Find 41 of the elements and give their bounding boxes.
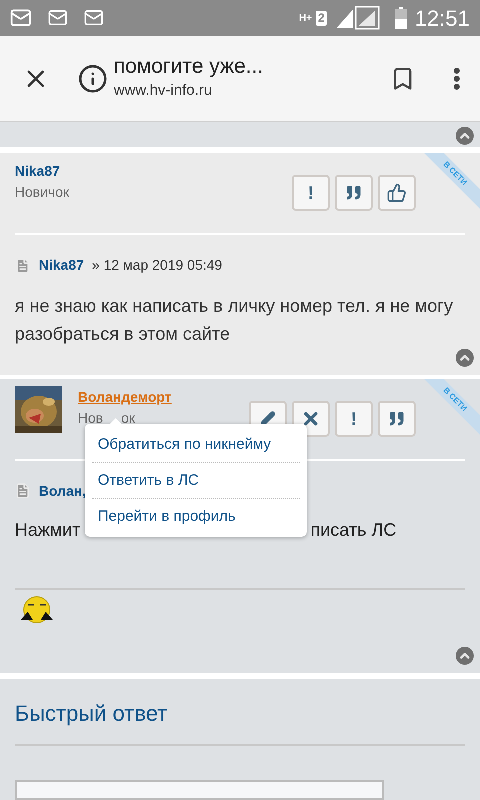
- scroll-up-button[interactable]: [456, 348, 474, 367]
- sim-badge: 2: [316, 10, 327, 26]
- report-button[interactable]: !: [335, 400, 373, 437]
- quote-button[interactable]: [378, 400, 416, 437]
- mail-icon: [10, 7, 32, 29]
- user-rank: Нов: [78, 408, 104, 428]
- battery-icon: [394, 7, 407, 29]
- user-rank: Новичок: [15, 183, 70, 202]
- menu-button[interactable]: [454, 68, 460, 90]
- quick-reply-title: Быстрый ответ: [15, 700, 169, 728]
- quote-icon: [345, 184, 363, 202]
- signal-icon: [334, 6, 381, 30]
- more-icon: [454, 68, 460, 90]
- document-icon: [15, 258, 31, 274]
- quote-button[interactable]: [335, 175, 373, 211]
- menu-item[interactable]: Перейти в профиль: [92, 498, 300, 534]
- document-icon: [15, 483, 31, 500]
- post-author-link[interactable]: Nika87: [39, 255, 84, 276]
- post-text: писать ЛС: [310, 518, 397, 542]
- user-rank: ок: [121, 408, 136, 428]
- page-title: помогите уже...: [114, 54, 264, 80]
- info-icon: [78, 64, 108, 94]
- mail-icon: [84, 8, 104, 28]
- scroll-up-button[interactable]: [456, 127, 474, 145]
- scroll-up-button[interactable]: [456, 647, 474, 665]
- clock: 12:51: [414, 4, 470, 32]
- network-type: H+: [299, 12, 312, 26]
- crying-emoticon-icon: [20, 596, 54, 626]
- menu-item[interactable]: Ответить в ЛС: [92, 462, 300, 498]
- menu-item[interactable]: Обратиться по никнейму: [92, 426, 300, 462]
- quote-icon: [388, 410, 406, 428]
- thumbs-up-icon: [387, 183, 407, 203]
- mail-icon: [48, 8, 68, 28]
- username-link[interactable]: Nika87: [15, 161, 70, 182]
- like-button[interactable]: [378, 175, 416, 211]
- report-button[interactable]: !: [292, 175, 330, 211]
- post-author-link[interactable]: Волан,: [39, 480, 86, 502]
- post-text: я не знаю как написать в личку номер тел. я не могу разобраться в этом сайте: [15, 295, 454, 346]
- post-date: » 12 мар 2019 05:49: [92, 256, 222, 275]
- page-url: www.hv-info.ru: [114, 81, 214, 102]
- post-text: Нажмит: [15, 518, 81, 542]
